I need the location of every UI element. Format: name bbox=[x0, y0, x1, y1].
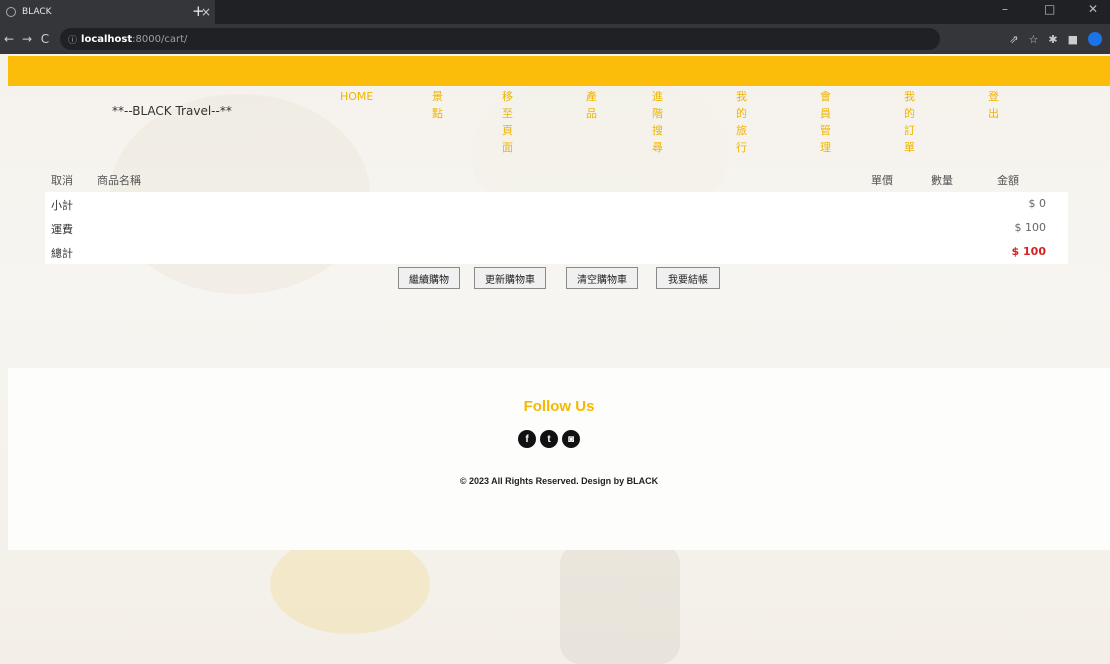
total-label: 總計 bbox=[51, 247, 73, 260]
browser-tab[interactable]: BLACK × bbox=[0, 0, 215, 24]
facebook-icon[interactable]: f bbox=[518, 430, 536, 448]
shopping-cart: 取消 商品名稱 單價 數量 金額 小計 $ 0 運費 $ 100 總計 $ 10… bbox=[45, 170, 1068, 264]
share-icon[interactable]: ⇗ bbox=[1009, 33, 1018, 46]
cart-summary-table: 小計 $ 0 運費 $ 100 總計 $ 100 bbox=[45, 192, 1068, 264]
reload-button[interactable]: C bbox=[36, 32, 54, 46]
menu-item-my-orders[interactable]: 我的 訂單 bbox=[904, 88, 915, 156]
menu-item-advanced-search[interactable]: 進階 搜尋 bbox=[652, 88, 663, 156]
menu-item-goto-page[interactable]: 移至 頁面 bbox=[502, 88, 513, 156]
follow-us-heading: Follow Us bbox=[523, 398, 595, 415]
update-cart-button[interactable]: 更新購物車 bbox=[474, 267, 546, 289]
instagram-icon[interactable]: ◙ bbox=[562, 430, 580, 448]
close-window-button[interactable]: ✕ bbox=[1088, 2, 1098, 16]
bookmark-star-icon[interactable]: ☆ bbox=[1029, 33, 1039, 46]
shipping-row: 運費 $ 100 bbox=[45, 216, 1068, 240]
checkout-button[interactable]: 我要結帳 bbox=[656, 267, 720, 289]
tab-title: BLACK bbox=[22, 7, 52, 17]
continue-shopping-button[interactable]: 繼續購物 bbox=[398, 267, 460, 289]
sidepanel-icon[interactable]: ■ bbox=[1068, 33, 1078, 46]
new-tab-button[interactable]: + bbox=[192, 2, 205, 20]
menu-item-my-trips[interactable]: 我的 旅行 bbox=[736, 88, 747, 156]
menu-item-logout[interactable]: 登出 bbox=[988, 88, 999, 122]
cart-header-row: 取消 商品名稱 單價 數量 金額 bbox=[45, 170, 1068, 188]
url-input[interactable]: ⓘ localhost :8000/cart/ bbox=[60, 28, 940, 50]
total-value: $ 100 bbox=[1011, 245, 1046, 258]
menu-item-member-admin[interactable]: 會員 管理 bbox=[820, 88, 831, 156]
forward-button[interactable]: → bbox=[18, 32, 36, 46]
shipping-value: $ 100 bbox=[1014, 221, 1047, 234]
subtotal-label: 小計 bbox=[51, 199, 73, 212]
menu-item-products[interactable]: 產品 bbox=[586, 88, 597, 122]
header-amount: 金額 bbox=[997, 174, 1019, 187]
top-banner bbox=[8, 56, 1110, 86]
header-unit-price: 單價 bbox=[871, 174, 893, 187]
favicon-icon bbox=[6, 7, 16, 17]
browser-address-bar: ← → C ⓘ localhost :8000/cart/ ⇗ ☆ ✱ ■ bbox=[0, 24, 1110, 54]
site-footer: Follow Us f t ◙ © 2023 All Rights Reserv… bbox=[8, 368, 1110, 550]
menu-item-attractions[interactable]: 景點 bbox=[432, 88, 443, 122]
maximize-button[interactable]: □ bbox=[1044, 2, 1055, 16]
menu-item-home[interactable]: HOME bbox=[340, 88, 373, 105]
copyright-text: © 2023 All Rights Reserved. Design by BL… bbox=[459, 476, 659, 486]
back-button[interactable]: ← bbox=[0, 32, 18, 46]
browser-tab-bar: BLACK × + – □ ✕ bbox=[0, 0, 1110, 24]
subtotal-value: $ 0 bbox=[1028, 197, 1047, 210]
url-path: :8000/cart/ bbox=[132, 33, 188, 45]
twitter-icon[interactable]: t bbox=[540, 430, 558, 448]
clear-cart-button[interactable]: 清空購物車 bbox=[566, 267, 638, 289]
total-row: 總計 $ 100 bbox=[45, 240, 1068, 264]
subtotal-row: 小計 $ 0 bbox=[45, 192, 1068, 216]
site-brand[interactable]: **--BLACK Travel--** bbox=[112, 104, 232, 118]
social-links: f t ◙ bbox=[518, 430, 580, 448]
header-quantity: 數量 bbox=[931, 174, 953, 187]
header-product-name: 商品名稱 bbox=[97, 174, 141, 187]
shipping-label: 運費 bbox=[51, 223, 73, 236]
page-content: **--BLACK Travel--** HOME 景點 移至 頁面 產品 進階搜… bbox=[0, 54, 1110, 664]
url-host: localhost bbox=[81, 33, 133, 45]
header-cancel: 取消 bbox=[51, 174, 73, 187]
profile-avatar[interactable] bbox=[1088, 32, 1102, 46]
minimize-button[interactable]: – bbox=[1002, 2, 1008, 16]
extensions-icon[interactable]: ✱ bbox=[1048, 33, 1057, 46]
site-info-icon[interactable]: ⓘ bbox=[68, 33, 77, 46]
background-image bbox=[560, 544, 680, 664]
